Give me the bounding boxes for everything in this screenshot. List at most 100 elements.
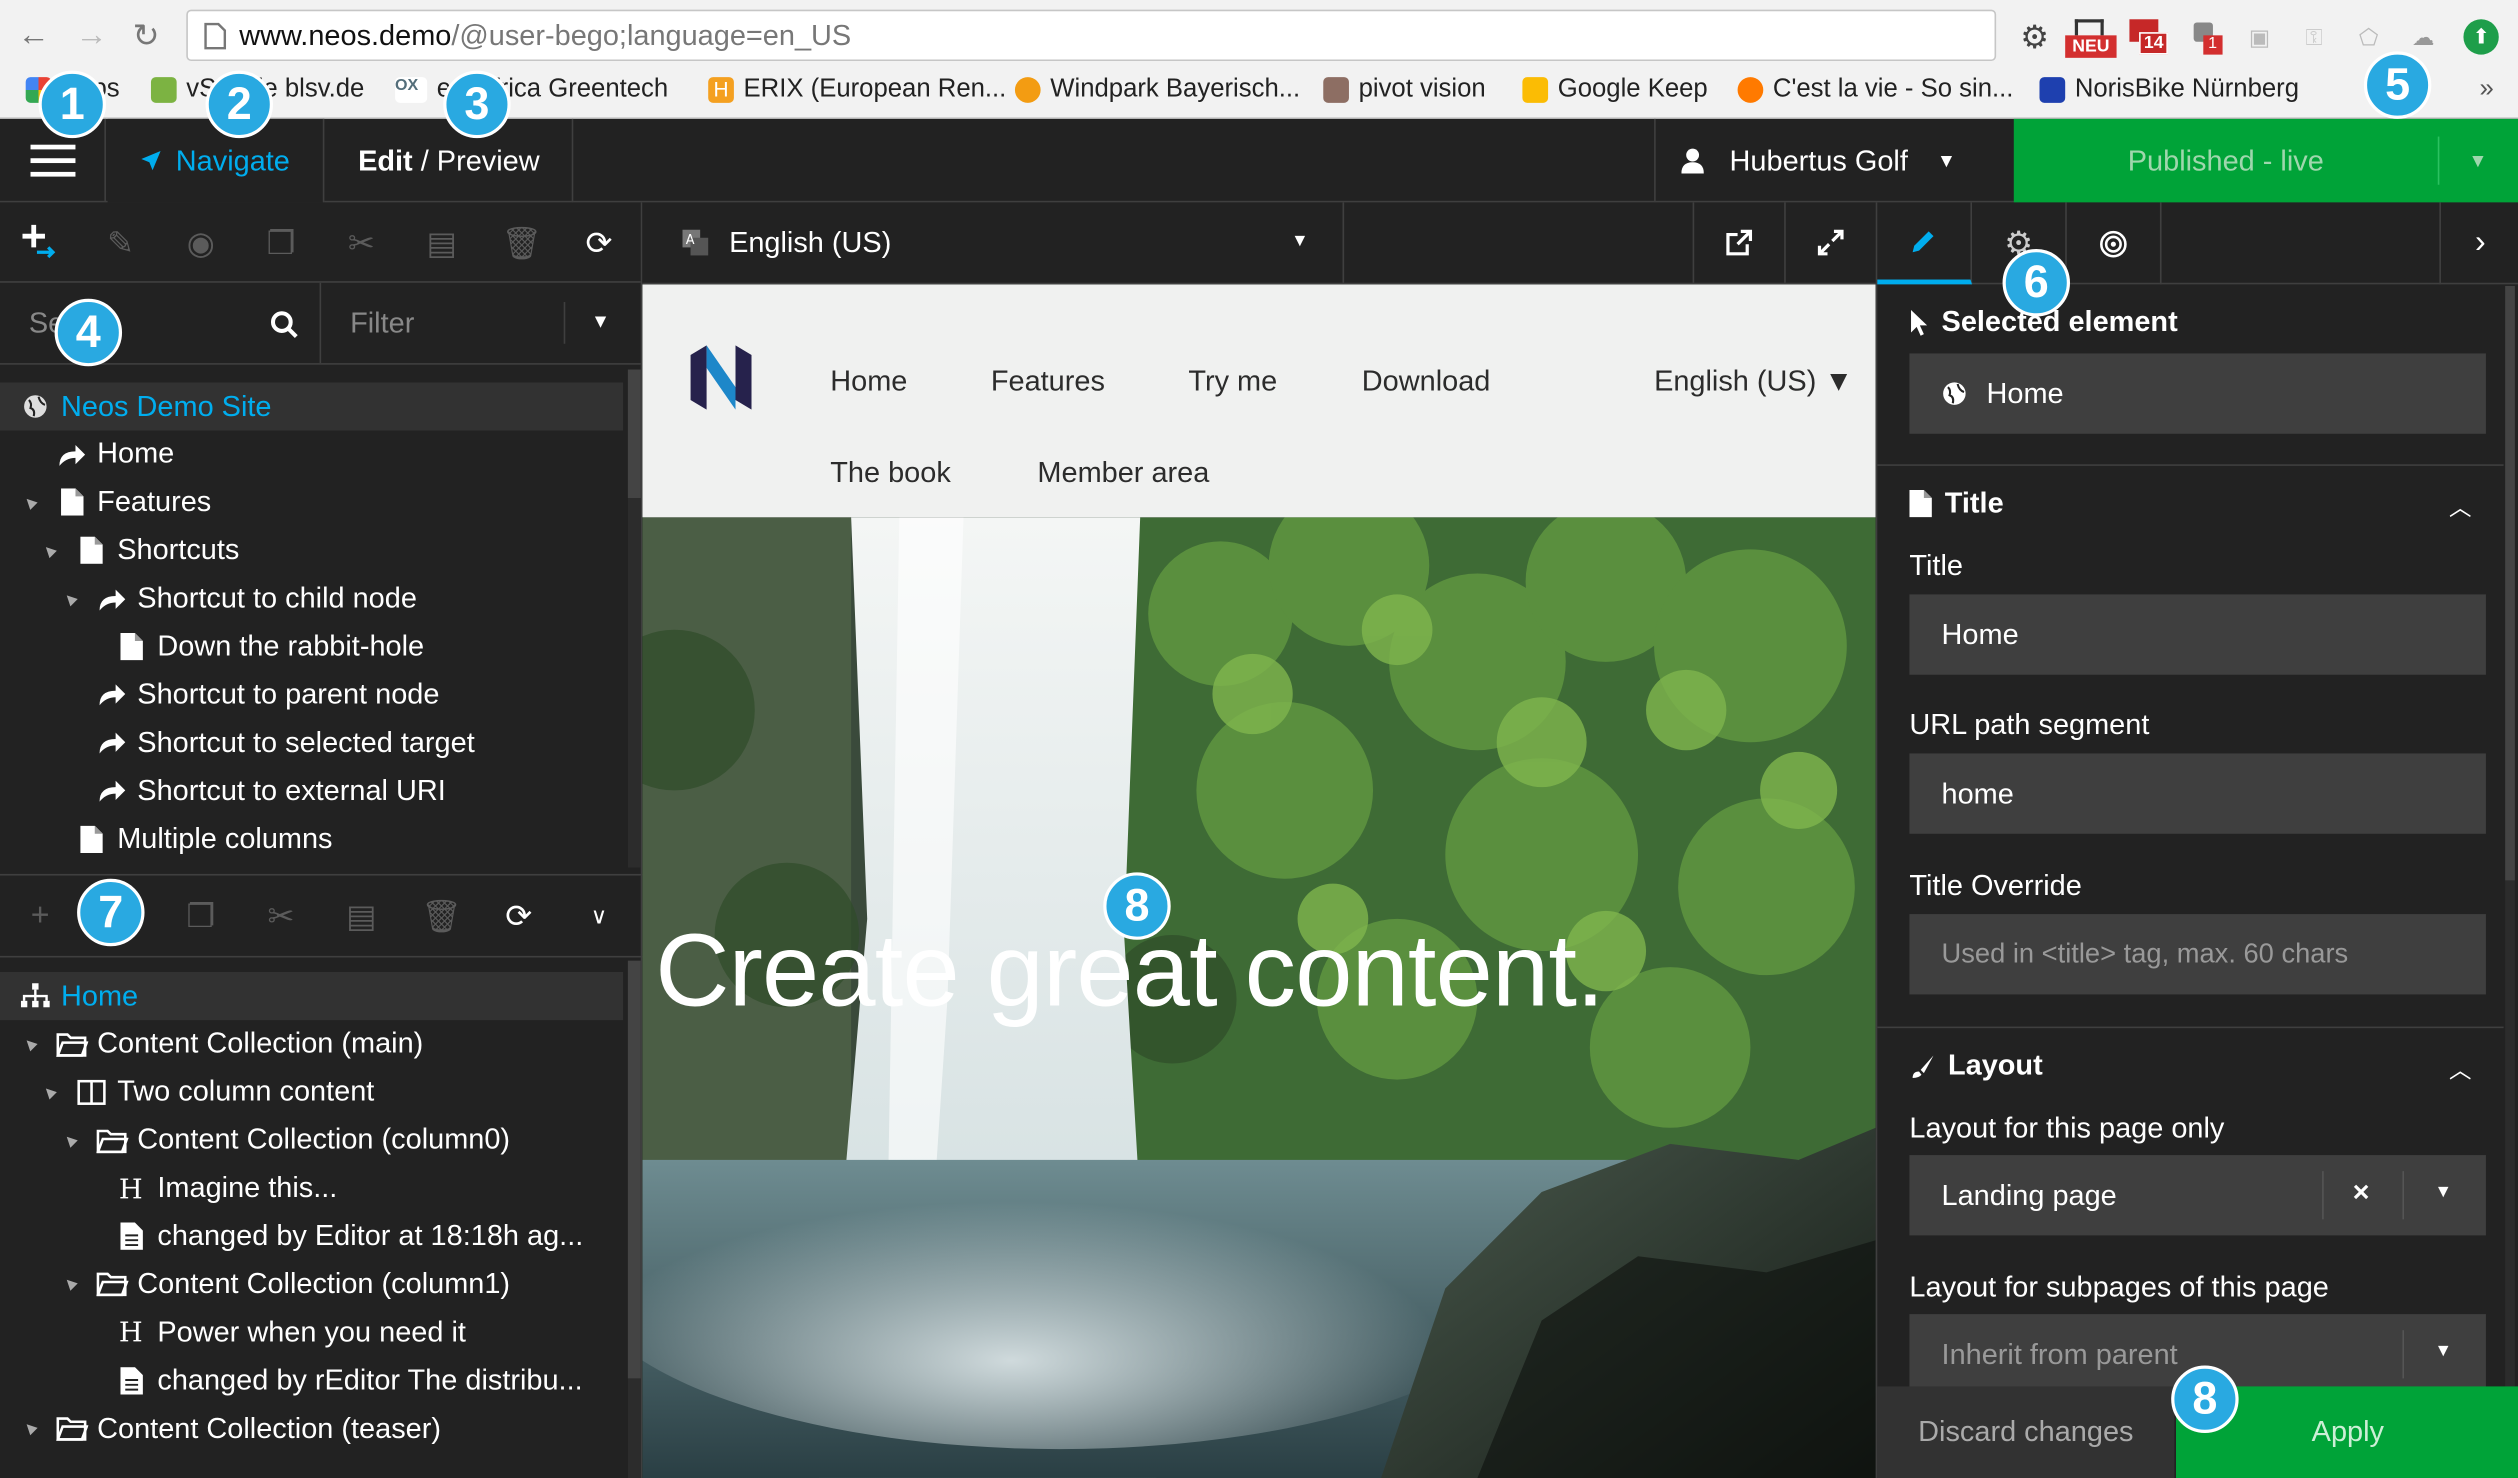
search-icon[interactable] [270, 310, 299, 339]
refresh-tree-button[interactable]: ⟳ [559, 202, 639, 282]
edit-preview-tab[interactable]: Edit / Preview [326, 118, 574, 203]
bookmark-cest-la-vie[interactable]: C'est la vie - So sin... [1737, 76, 2013, 105]
title-override-input[interactable]: Used in <title> tag, max. 60 chars [1909, 914, 2486, 995]
page-tree-node[interactable]: Down the rabbit-hole [0, 623, 623, 671]
content-tree-node[interactable]: ▲ Content Collection (column1) [0, 1260, 623, 1308]
site-language-selector[interactable]: English (US) ▼ [1654, 365, 1853, 399]
caret-toggle-icon[interactable]: ▲ [36, 1078, 63, 1105]
chevron-down-icon[interactable]: ▼ [591, 310, 610, 332]
content-tree-node[interactable]: changed by rEditor The distribu... [0, 1356, 623, 1404]
copy-content-button[interactable]: ❐ [161, 876, 241, 956]
caret-toggle-icon[interactable]: ▲ [16, 1030, 43, 1057]
caret-toggle-icon[interactable]: ▲ [56, 585, 83, 612]
paste-node-button[interactable]: ▤ [401, 202, 481, 282]
chevron-down-icon[interactable]: ▼ [2439, 149, 2516, 171]
add-node-button[interactable] [0, 202, 80, 282]
forward-icon[interactable]: → [71, 16, 113, 55]
mail-extension-icon[interactable]: 14 [2129, 19, 2171, 55]
edit-node-button[interactable]: ✎ [80, 202, 160, 282]
nav-home[interactable]: Home [830, 365, 907, 399]
language-selector[interactable]: A English (US) ▼ [642, 202, 1345, 283]
content-tree-node[interactable]: H Imagine this... [0, 1164, 623, 1212]
content-tree-scrollbar[interactable] [627, 960, 641, 1478]
content-tree-node[interactable]: ▲ Content Collection (column0) [0, 1116, 623, 1164]
chevron-down-icon[interactable]: ▼ [2435, 1341, 2452, 1360]
chevron-up-icon[interactable]: ︿ [2449, 1054, 2471, 1086]
nav-member-area[interactable]: Member area [1037, 456, 1209, 490]
nav-features[interactable]: Features [991, 365, 1105, 399]
selected-element-selector[interactable]: Home [1909, 353, 2486, 434]
cut-node-button[interactable]: ✂ [321, 202, 401, 282]
content-tree-node[interactable]: Home [0, 971, 624, 1021]
content-tree-node[interactable]: changed by Editor at 18:18h ag... [0, 1212, 623, 1260]
collapse-inspector-button[interactable]: › [2439, 202, 2518, 285]
reload-icon[interactable]: ↻ [125, 16, 167, 55]
layout-section-header[interactable]: Layout [1909, 1049, 2043, 1083]
collapse-content-tree-button[interactable]: ∨ [559, 876, 639, 956]
extension-icon[interactable]: ▣ [2242, 19, 2277, 54]
layout-page-select[interactable]: Landing page × ▼ [1909, 1155, 2486, 1236]
html5-extension-icon[interactable]: ⬠ [2351, 19, 2386, 54]
nav-try-me[interactable]: Try me [1188, 365, 1277, 399]
clear-icon[interactable]: × [2353, 1176, 2370, 1210]
content-tree-node[interactable]: ▲ Content Collection (teaser) [0, 1404, 623, 1452]
content-tree-node[interactable]: ▲ Two column content [0, 1068, 623, 1116]
notify-extension-icon[interactable]: 1 [2190, 19, 2225, 55]
fullscreen-button[interactable] [1784, 202, 1876, 283]
page-tree-node[interactable]: Home [0, 430, 623, 478]
lock-extension-icon[interactable]: ⚿ [2296, 19, 2331, 54]
cloud-extension-icon[interactable]: ☁ [2406, 19, 2441, 54]
user-menu[interactable]: Hubertus Golf ▼ [1654, 118, 2014, 203]
cut-content-button[interactable]: ✂ [241, 876, 321, 956]
publish-dropdown[interactable]: Published - live ▼ [2013, 118, 2518, 203]
page-tree-node[interactable]: ▲ Shortcuts [0, 526, 623, 574]
url-path-input[interactable]: home [1909, 753, 2486, 834]
chevron-down-icon[interactable]: ▼ [2435, 1182, 2452, 1201]
page-tree-node[interactable]: Neos Demo Site [0, 382, 624, 431]
title-input[interactable]: Home [1909, 594, 2486, 675]
delete-content-button[interactable]: 🗑 [401, 876, 481, 956]
tab-seo[interactable] [2067, 202, 2162, 285]
copy-node-button[interactable]: ❐ [241, 202, 321, 282]
inspector-scrollbar[interactable] [2505, 285, 2515, 1395]
bookmark-pivot[interactable]: pivot vision [1323, 76, 1486, 105]
bookmark-google-keep[interactable]: Google Keep [1522, 76, 1708, 105]
delete-node-button[interactable]: 🗑 [482, 202, 562, 282]
update-icon[interactable]: ⬆ [2463, 19, 2499, 55]
address-bar[interactable]: www.neos.demo/@user-bego;language=en_US [186, 9, 1997, 62]
more-bookmarks-icon[interactable]: » [2480, 76, 2494, 105]
navigate-tab[interactable]: Navigate [107, 118, 325, 203]
title-section-header[interactable]: Title [1909, 487, 2004, 521]
open-in-new-window-button[interactable] [1692, 202, 1785, 283]
settings-gear-icon[interactable]: ⚙ [2017, 19, 2052, 55]
content-tree-node[interactable]: H Power when you need it [0, 1308, 623, 1356]
caret-toggle-icon[interactable]: ▲ [56, 1126, 83, 1153]
add-content-button[interactable]: + [0, 876, 80, 956]
page-tree-node[interactable]: Shortcut to external URI [0, 767, 623, 815]
page-tree-node[interactable]: ▲ Shortcut to child node [0, 574, 623, 622]
bookmark-windpark[interactable]: Windpark Bayerisch... [1014, 76, 1300, 105]
refresh-content-button[interactable]: ⟳ [479, 876, 559, 956]
content-tree-node[interactable]: ▲ Content Collection (main) [0, 1020, 623, 1068]
nav-the-book[interactable]: The book [830, 456, 951, 490]
chevron-up-icon[interactable]: ︿ [2449, 492, 2471, 524]
bookmark-ecoafrica[interactable]: OX ecoafrica Greentech [395, 76, 668, 105]
page-tree-node[interactable]: Multiple columns [0, 815, 623, 863]
bookmark-norisbike[interactable]: NorisBike Nürnberg [2039, 76, 2299, 105]
filter-select[interactable]: Filter [350, 307, 414, 341]
page-tree-node[interactable]: ▲ Features [0, 478, 623, 526]
caret-toggle-icon[interactable]: ▲ [16, 1415, 43, 1442]
back-icon[interactable]: ← [13, 16, 55, 55]
nav-download[interactable]: Download [1362, 365, 1491, 399]
bookmark-erix[interactable]: H ERIX (European Ren... [708, 76, 1006, 105]
caret-toggle-icon[interactable]: ▲ [56, 1271, 83, 1298]
hide-node-button[interactable]: ◉ [161, 202, 241, 282]
neos-logo-icon[interactable] [690, 345, 752, 410]
page-tree-scrollbar[interactable] [627, 369, 641, 868]
tab-content[interactable] [1877, 202, 1973, 285]
page-tree-node[interactable]: Shortcut to selected target [0, 719, 623, 767]
caret-toggle-icon[interactable]: ▲ [36, 537, 63, 564]
discard-changes-button[interactable]: Discard changes [1877, 1386, 2175, 1478]
paste-content-button[interactable]: ▤ [321, 876, 401, 956]
neu-extension-icon[interactable]: NEU [2065, 19, 2117, 58]
